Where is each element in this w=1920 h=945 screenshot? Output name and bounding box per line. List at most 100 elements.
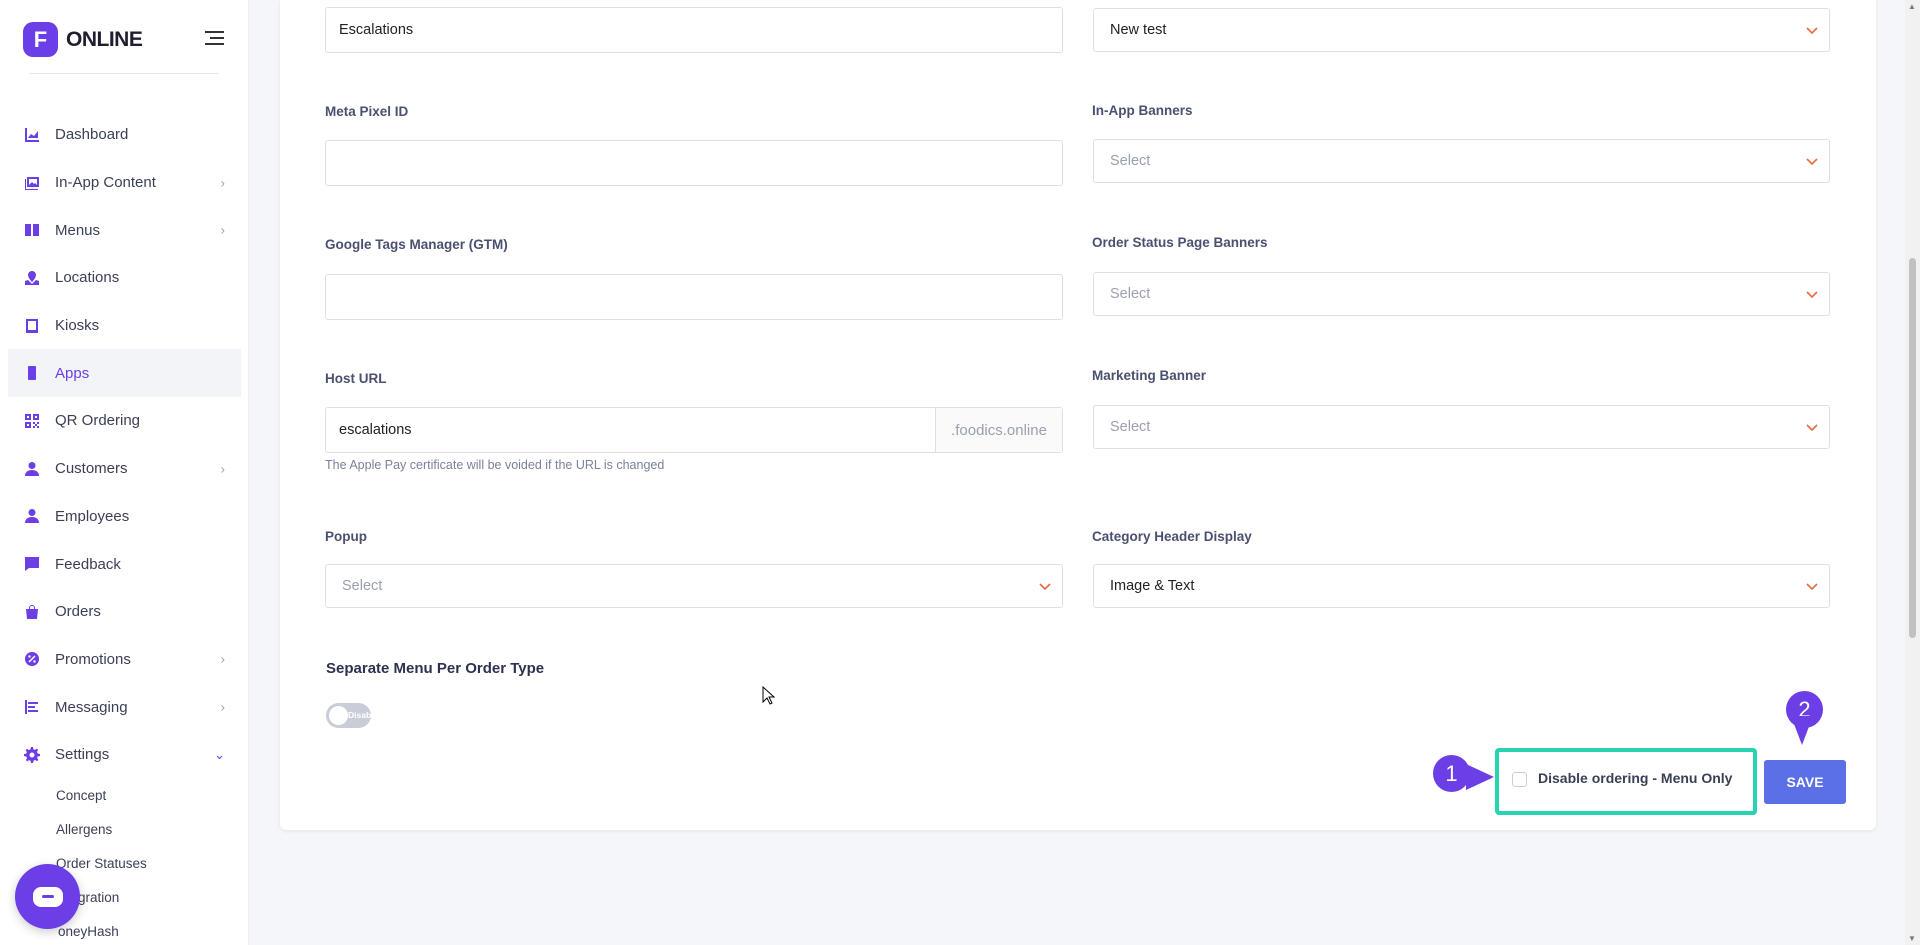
chevron-down-icon (1806, 158, 1818, 166)
chevron-down-icon (1806, 424, 1818, 432)
gtm-label: Google Tags Manager (GTM) (325, 237, 508, 252)
sidebar-item-settings[interactable]: Settings ⌄ (8, 731, 241, 779)
host-url-label: Host URL (325, 371, 387, 386)
meta-pixel-input[interactable] (325, 140, 1063, 186)
top-right-select[interactable]: New test (1093, 8, 1830, 52)
chevron-right-icon: › (220, 222, 225, 238)
disable-ordering-label: Disable ordering - Menu Only (1538, 770, 1733, 786)
sidebar: F ONLINE Dashboard In-App Content › Menu… (0, 0, 249, 945)
scrollbar[interactable]: ▲ ▼ (1905, 0, 1920, 945)
category-header-label: Category Header Display (1092, 529, 1252, 544)
select-value: New test (1110, 22, 1167, 38)
user-icon (24, 461, 40, 477)
qr-icon (24, 413, 40, 429)
sidebar-item-label: Apps (55, 364, 90, 382)
sidebar-item-locations[interactable]: Locations (8, 254, 241, 302)
subnav-item-concept[interactable]: Concept (56, 778, 147, 812)
subnav-item-allergens[interactable]: Allergens (56, 812, 147, 846)
sidebar-item-label: Menus (55, 221, 101, 239)
chevron-right-icon: › (220, 461, 225, 477)
step-marker-1: 1 (1433, 755, 1470, 792)
sidebar-nav: Dashboard In-App Content › Menus › Locat… (8, 111, 241, 779)
percent-icon (24, 651, 40, 667)
images-icon (24, 175, 40, 191)
host-url-hint: The Apple Pay certificate will be voided… (325, 458, 665, 472)
save-button[interactable]: SAVE (1764, 760, 1846, 804)
chevron-right-icon: › (220, 651, 225, 667)
separate-menu-title: Separate Menu Per Order Type (326, 660, 545, 677)
popup-label: Popup (325, 529, 367, 544)
select-placeholder: Select (1110, 286, 1151, 302)
divider (30, 73, 218, 74)
gear-icon (24, 746, 40, 763)
scroll-up-icon[interactable]: ▲ (1908, 2, 1916, 11)
sidebar-item-apps[interactable]: Apps (8, 349, 241, 398)
chevron-right-icon: › (220, 175, 225, 191)
sidebar-item-menus[interactable]: Menus › (8, 206, 241, 254)
sidebar-item-label: In-App Content (55, 174, 156, 192)
sidebar-item-label: Customers (55, 460, 128, 478)
step-marker-1-pointer (1466, 764, 1494, 790)
mobile-icon (24, 365, 40, 381)
category-header-select[interactable]: Image & Text (1093, 564, 1830, 608)
chat-support-button[interactable] (15, 864, 80, 929)
sidebar-item-customers[interactable]: Customers › (8, 445, 241, 493)
sidebar-item-kiosks[interactable]: Kiosks (8, 302, 241, 350)
marketing-banner-label: Marketing Banner (1092, 368, 1207, 383)
chevron-down-icon (1806, 27, 1818, 35)
sidebar-item-feedback[interactable]: Feedback (8, 540, 241, 588)
host-url-input[interactable]: escalations .foodics.online (325, 407, 1063, 453)
popup-select[interactable]: Select (325, 564, 1063, 608)
chevron-right-icon: › (220, 699, 225, 715)
sidebar-item-label: Employees (55, 507, 130, 525)
sidebar-item-dashboard[interactable]: Dashboard (8, 111, 241, 159)
select-value: Image & Text (1110, 578, 1195, 594)
message-lines-icon (24, 699, 40, 715)
brand-logo[interactable]: F ONLINE (23, 22, 143, 57)
disable-ordering-checkbox[interactable] (1512, 772, 1527, 787)
select-placeholder: Select (1110, 419, 1151, 435)
host-url-value: escalations (339, 422, 412, 438)
sidebar-item-qr-ordering[interactable]: QR Ordering (8, 397, 241, 445)
map-pin-icon (24, 270, 40, 286)
brand-name: ONLINE (66, 27, 143, 51)
separate-menu-toggle[interactable]: Disabled (326, 703, 383, 728)
select-placeholder: Select (1110, 153, 1151, 169)
toggle-label: Disabled (348, 710, 384, 720)
logo-mark: F (23, 22, 58, 57)
sidebar-item-label: Orders (55, 603, 101, 621)
sidebar-item-label: Messaging (55, 698, 128, 716)
app-name-input[interactable]: Escalations (325, 7, 1063, 53)
sidebar-item-orders[interactable]: Orders (8, 588, 241, 636)
app-settings-form: Escalations New test Meta Pixel ID In-Ap… (280, 0, 1876, 830)
scroll-down-icon[interactable]: ▼ (1908, 934, 1916, 943)
sidebar-item-employees[interactable]: Employees (8, 493, 241, 541)
sidebar-item-promotions[interactable]: Promotions › (8, 636, 241, 684)
bag-icon (24, 604, 40, 620)
toggle-knob (329, 706, 348, 725)
sidebar-item-label: Settings (55, 746, 110, 764)
sidebar-item-label: Kiosks (55, 317, 100, 335)
hamburger-menu-icon[interactable] (205, 31, 224, 49)
select-placeholder: Select (342, 578, 383, 594)
chat-icon (32, 886, 63, 907)
mouse-cursor-icon (762, 686, 776, 705)
meta-pixel-label: Meta Pixel ID (325, 104, 409, 119)
order-status-banners-select[interactable]: Select (1093, 272, 1830, 316)
marketing-banner-select[interactable]: Select (1093, 405, 1830, 449)
chevron-down-icon (1806, 583, 1818, 591)
chevron-down-icon (1806, 291, 1818, 299)
in-app-banners-select[interactable]: Select (1093, 139, 1830, 183)
host-url-suffix: .foodics.online (935, 408, 1062, 452)
sidebar-item-in-app-content[interactable]: In-App Content › (8, 159, 241, 207)
chevron-down-icon: ⌄ (214, 746, 225, 762)
scrollbar-thumb[interactable] (1909, 258, 1916, 638)
gtm-input[interactable] (325, 274, 1063, 320)
tablet-icon (24, 318, 40, 334)
sidebar-item-messaging[interactable]: Messaging › (8, 683, 241, 731)
step-marker-2-pointer (1791, 716, 1813, 745)
book-icon (24, 222, 40, 238)
sidebar-item-label: Locations (55, 269, 120, 287)
sidebar-item-label: QR Ordering (55, 412, 141, 430)
chevron-down-icon (1039, 583, 1051, 591)
